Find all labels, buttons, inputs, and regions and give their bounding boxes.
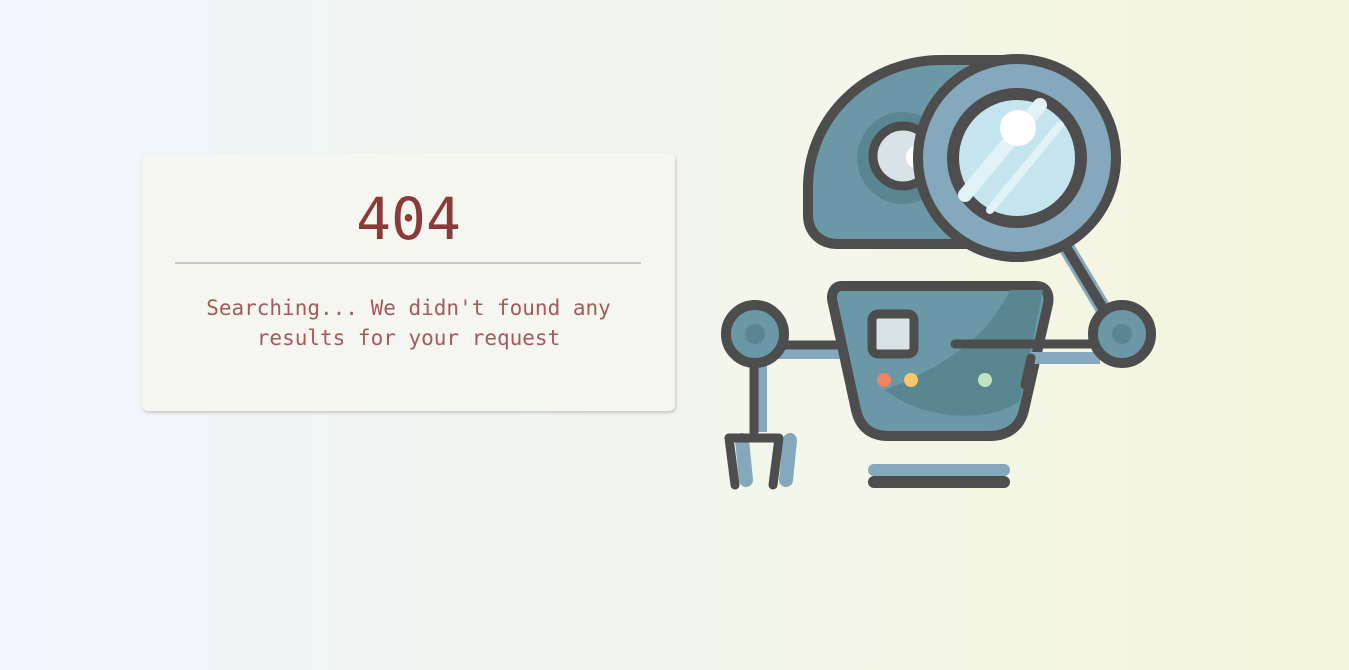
robot-with-magnifying-glass-icon bbox=[721, 54, 1156, 490]
error-card: 404 Searching... We didn't found any res… bbox=[142, 153, 675, 411]
robot-illustration bbox=[715, 50, 1165, 500]
error-message: Searching... We didn't found any results… bbox=[206, 296, 611, 350]
divider bbox=[175, 262, 641, 264]
error-code: 404 bbox=[356, 185, 461, 253]
